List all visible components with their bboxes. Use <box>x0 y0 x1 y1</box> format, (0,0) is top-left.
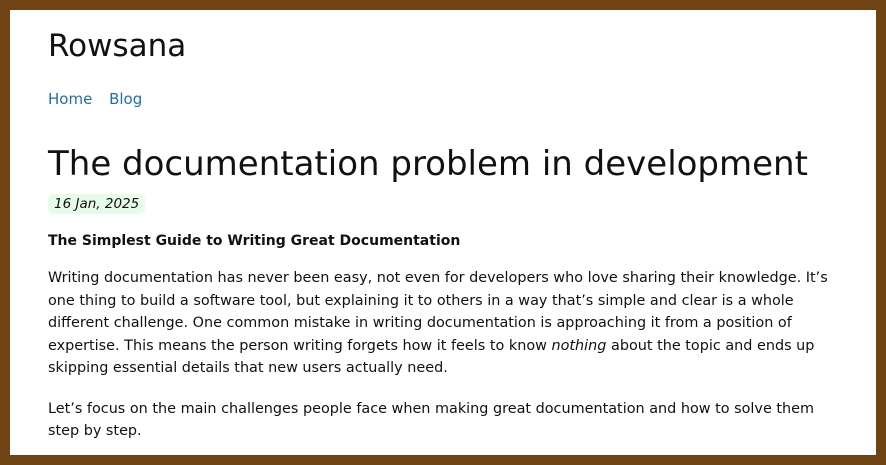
main-nav: Home Blog <box>48 90 838 108</box>
main-content: Rowsana Home Blog The documentation prob… <box>48 10 838 443</box>
paragraph-1: Writing documentation has never been eas… <box>48 267 838 380</box>
paragraph-1-emphasis: nothing <box>551 337 607 354</box>
nav-blog-link[interactable]: Blog <box>109 90 142 108</box>
site-title[interactable]: Rowsana <box>48 26 838 66</box>
nav-home-link[interactable]: Home <box>48 90 92 108</box>
post-title: The documentation problem in development <box>48 144 808 184</box>
page-frame: Rowsana Home Blog The documentation prob… <box>0 0 886 465</box>
post-subtitle: The Simplest Guide to Writing Great Docu… <box>48 233 461 249</box>
post-date: 16 Jan, 2025 <box>48 194 146 214</box>
paragraph-2: Let’s focus on the main challenges peopl… <box>48 400 815 440</box>
